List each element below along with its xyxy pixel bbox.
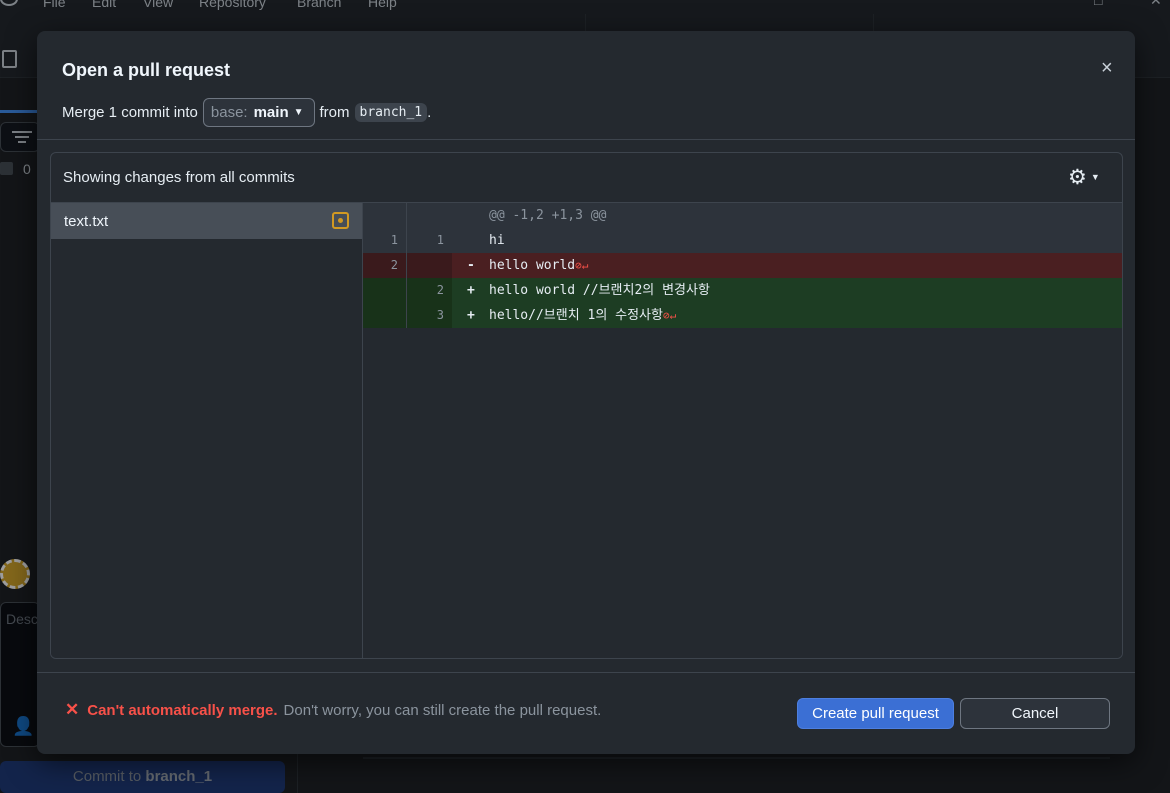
- diff-marker: +: [467, 283, 475, 298]
- open-pull-request-dialog: Open a pull request × Merge 1 commit int…: [37, 31, 1135, 754]
- file-modified-icon: [332, 212, 349, 229]
- diff-line-text: hello world //브랜치2의 변경사항: [489, 283, 710, 298]
- changes-header: Showing changes from all commits ⚙ ▼: [51, 153, 1122, 203]
- line-number-new: [407, 253, 452, 278]
- merge-period: .: [427, 103, 432, 121]
- dialog-title: Open a pull request: [62, 60, 231, 80]
- diff-line-deletion[interactable]: 2 - hello world⊘↵: [363, 253, 1122, 278]
- diff-line-text: hello//브랜치 1의 수정사항: [489, 308, 663, 323]
- create-pull-request-button[interactable]: Create pull request: [797, 698, 954, 729]
- no-newline-icon: ⊘↵: [575, 259, 589, 272]
- changes-title: Showing changes from all commits: [63, 169, 295, 186]
- diff-line-text: hello world: [489, 258, 576, 273]
- close-icon[interactable]: ×: [1101, 58, 1113, 78]
- chevron-down-icon: ▼: [293, 106, 304, 118]
- line-number-old: 2: [363, 253, 407, 278]
- line-number-new: 3: [407, 303, 452, 328]
- line-number-new: 1: [407, 228, 452, 253]
- merge-summary: Merge 1 commit into base: main ▼ from br…: [62, 97, 431, 127]
- dialog-divider: [37, 672, 1135, 673]
- diff-settings-button[interactable]: ⚙ ▼: [1068, 165, 1100, 189]
- base-branch-dropdown[interactable]: base: main ▼: [202, 97, 315, 127]
- base-label: base:: [210, 103, 248, 121]
- diff-view: @@ -1,2 +1,3 @@ 1 1 hi 2 - hello world⊘↵…: [363, 203, 1122, 658]
- merge-prefix: Merge 1 commit into: [62, 103, 198, 121]
- file-list: text.txt: [51, 203, 363, 658]
- line-number-new: 2: [407, 278, 452, 303]
- cancel-button[interactable]: Cancel: [960, 698, 1110, 729]
- x-icon: ✕: [65, 700, 80, 719]
- diff-marker: -: [467, 258, 475, 273]
- diff-line-text: hi: [489, 233, 505, 248]
- line-number-old: [363, 278, 407, 303]
- no-newline-icon: ⊘↵: [662, 309, 677, 322]
- file-name: text.txt: [64, 213, 109, 230]
- file-list-item[interactable]: text.txt: [51, 203, 362, 239]
- diff-line-addition[interactable]: 2 + hello world //브랜치2의 변경사항: [363, 278, 1122, 303]
- changes-panel: Showing changes from all commits ⚙ ▼ tex…: [50, 152, 1123, 659]
- gear-icon: ⚙: [1068, 165, 1087, 189]
- from-label: from: [319, 103, 350, 121]
- diff-line-content: hello world⊘↵: [489, 253, 588, 278]
- chevron-down-icon: ▼: [1090, 172, 1100, 182]
- diff-line-addition[interactable]: 3 + hello//브랜치 1의 수정사항⊘↵: [363, 303, 1122, 328]
- line-number-new: [407, 203, 452, 228]
- line-number-old: [363, 303, 407, 328]
- base-branch-value: main: [253, 103, 289, 121]
- merge-conflict-note: Don't worry, you can still create the pu…: [283, 701, 602, 719]
- merge-status: ✕ Can't automatically merge. Don't worry…: [65, 700, 601, 720]
- diff-line-content: hello//브랜치 1의 수정사항⊘↵: [489, 303, 676, 328]
- line-number-old: [363, 203, 407, 228]
- head-branch-pill: branch_1: [354, 102, 428, 122]
- diff-hunk-header: @@ -1,2 +1,3 @@: [363, 203, 1122, 228]
- hunk-text: @@ -1,2 +1,3 @@: [489, 208, 607, 223]
- line-number-old: 1: [363, 228, 407, 253]
- dialog-divider: [37, 139, 1135, 140]
- diff-marker: +: [467, 308, 475, 323]
- merge-conflict-warning: Can't automatically merge.: [87, 701, 278, 719]
- diff-line-context[interactable]: 1 1 hi: [363, 228, 1122, 253]
